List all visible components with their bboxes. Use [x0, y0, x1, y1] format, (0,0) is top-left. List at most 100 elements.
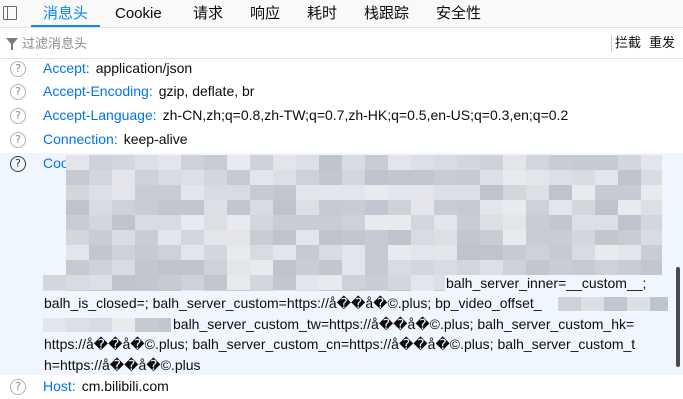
mosaic-cell: [89, 185, 112, 200]
mosaic-cell: [641, 215, 662, 230]
mosaic-cell: [135, 230, 158, 245]
mosaic-cell: [618, 200, 641, 215]
mosaic-cell: [618, 185, 641, 200]
mosaic-cell: [618, 260, 641, 275]
mosaic-cell: [503, 155, 526, 170]
header-row[interactable]: ? Accept-Encoding: gzip, deflate, br: [0, 81, 683, 104]
mosaic-cell: [112, 318, 135, 332]
mosaic-cell: [66, 290, 89, 291]
mosaic-cell: [549, 245, 572, 260]
mosaic-cell: [227, 290, 250, 291]
tab-request[interactable]: 请求: [181, 0, 235, 27]
mosaic-cell: [319, 260, 342, 275]
help-icon[interactable]: ?: [10, 108, 26, 124]
mosaic-cell: [342, 275, 365, 290]
help-icon[interactable]: ?: [10, 379, 26, 395]
mosaic-cell: [503, 260, 526, 275]
tab-headers[interactable]: 消息头: [31, 0, 101, 27]
mosaic-cell: [388, 185, 411, 200]
mosaic-cell: [581, 297, 604, 311]
mosaic-cell: [526, 200, 549, 215]
mosaic-cell: [135, 245, 158, 260]
header-row[interactable]: ? Accept-Language: zh-CN,zh;q=0.8,zh-TW;q…: [0, 105, 683, 128]
header-row[interactable]: ? Host: cm.bilibili.com: [0, 376, 683, 399]
mosaic-cell: [112, 290, 135, 291]
mosaic-cell: [503, 200, 526, 215]
mosaic-cell: [227, 230, 250, 245]
mosaic-cell: [319, 215, 342, 230]
mosaic-cell: [526, 185, 549, 200]
mosaic-cell: [296, 245, 319, 260]
panel-toggle-icon[interactable]: [3, 6, 17, 20]
mosaic-cell: [135, 215, 158, 230]
filter-bar: 拦截 重发: [0, 28, 683, 59]
mosaic-cell: [595, 245, 618, 260]
mosaic-cell: [273, 275, 296, 290]
mosaic-cell: [388, 260, 411, 275]
header-row-cookie[interactable]: ? Cookie: balh_server_inner=__custom__; …: [0, 153, 683, 375]
mosaic-cell: [89, 230, 112, 245]
tab-cookie[interactable]: Cookie: [103, 0, 174, 27]
mosaic-cell: [411, 185, 434, 200]
vertical-scrollbar[interactable]: [676, 267, 680, 367]
header-name: Accept-Encoding:: [43, 83, 153, 99]
mosaic-cell: [273, 170, 296, 185]
mosaic-cell: [526, 170, 549, 185]
mosaic-cell: [66, 318, 89, 332]
tab-security[interactable]: 安全性: [424, 0, 493, 27]
mosaic-cell: [158, 245, 181, 260]
header-name: Accept-Language:: [43, 107, 157, 123]
tab-stack-trace[interactable]: 栈跟踪: [352, 0, 421, 27]
mosaic-cell: [342, 215, 365, 230]
mosaic-cell: [181, 245, 204, 260]
mosaic-cell: [227, 245, 250, 260]
mosaic-cell: [250, 230, 273, 245]
tab-response[interactable]: 响应: [238, 0, 292, 27]
mosaic-cell: [89, 260, 112, 275]
mosaic-cell: [388, 155, 411, 170]
tab-timings[interactable]: 耗时: [295, 0, 349, 27]
mosaic-cell: [411, 245, 434, 260]
mosaic-cell: [641, 230, 662, 245]
mosaic-cell: [480, 185, 503, 200]
help-icon[interactable]: ?: [10, 84, 26, 100]
mosaic-cell: [112, 185, 135, 200]
header-row[interactable]: ? Connection: keep-alive: [0, 129, 683, 152]
mosaic-cell: [204, 275, 227, 290]
header-row[interactable]: ? Accept: application/json: [0, 58, 683, 81]
mosaic-cell: [319, 245, 342, 260]
help-icon[interactable]: ?: [10, 132, 26, 148]
mosaic-cell: [66, 170, 89, 185]
header-name: Host:: [43, 378, 76, 394]
mosaic-cell: [457, 170, 480, 185]
mosaic-cell: [457, 185, 480, 200]
mosaic-cell: [572, 260, 595, 275]
mosaic-cell: [434, 185, 457, 200]
mosaic-cell: [296, 275, 319, 290]
mosaic-cell: [66, 260, 89, 275]
header-value: cm.bilibili.com: [81, 378, 169, 394]
mosaic-cell: [273, 185, 296, 200]
mosaic-cell: [66, 200, 89, 215]
mosaic-cell: [273, 200, 296, 215]
mosaic-cell: [112, 155, 135, 170]
help-icon[interactable]: ?: [10, 156, 26, 172]
mosaic-cell: [158, 230, 181, 245]
mosaic-cell: [503, 170, 526, 185]
resend-button[interactable]: 重发: [649, 34, 675, 52]
mosaic-cell: [204, 200, 227, 215]
block-button[interactable]: 拦截: [615, 34, 641, 52]
mosaic-cell: [66, 155, 89, 170]
mosaic-cell: [434, 230, 457, 245]
mosaic-cell: [434, 290, 445, 291]
mosaic-cell: [388, 275, 411, 290]
mosaic-cell: [480, 155, 503, 170]
header-value: zh-CN,zh;q=0.8,zh-TW;q=0.7,zh-HK;q=0.5,e…: [162, 107, 569, 123]
mosaic-cell: [342, 185, 365, 200]
mosaic-cell: [480, 170, 503, 185]
filter-headers-input[interactable]: [22, 34, 582, 52]
help-icon[interactable]: ?: [10, 61, 26, 77]
mosaic-cell: [342, 290, 365, 291]
mosaic-cell: [227, 260, 250, 275]
mosaic-cell: [43, 290, 66, 291]
